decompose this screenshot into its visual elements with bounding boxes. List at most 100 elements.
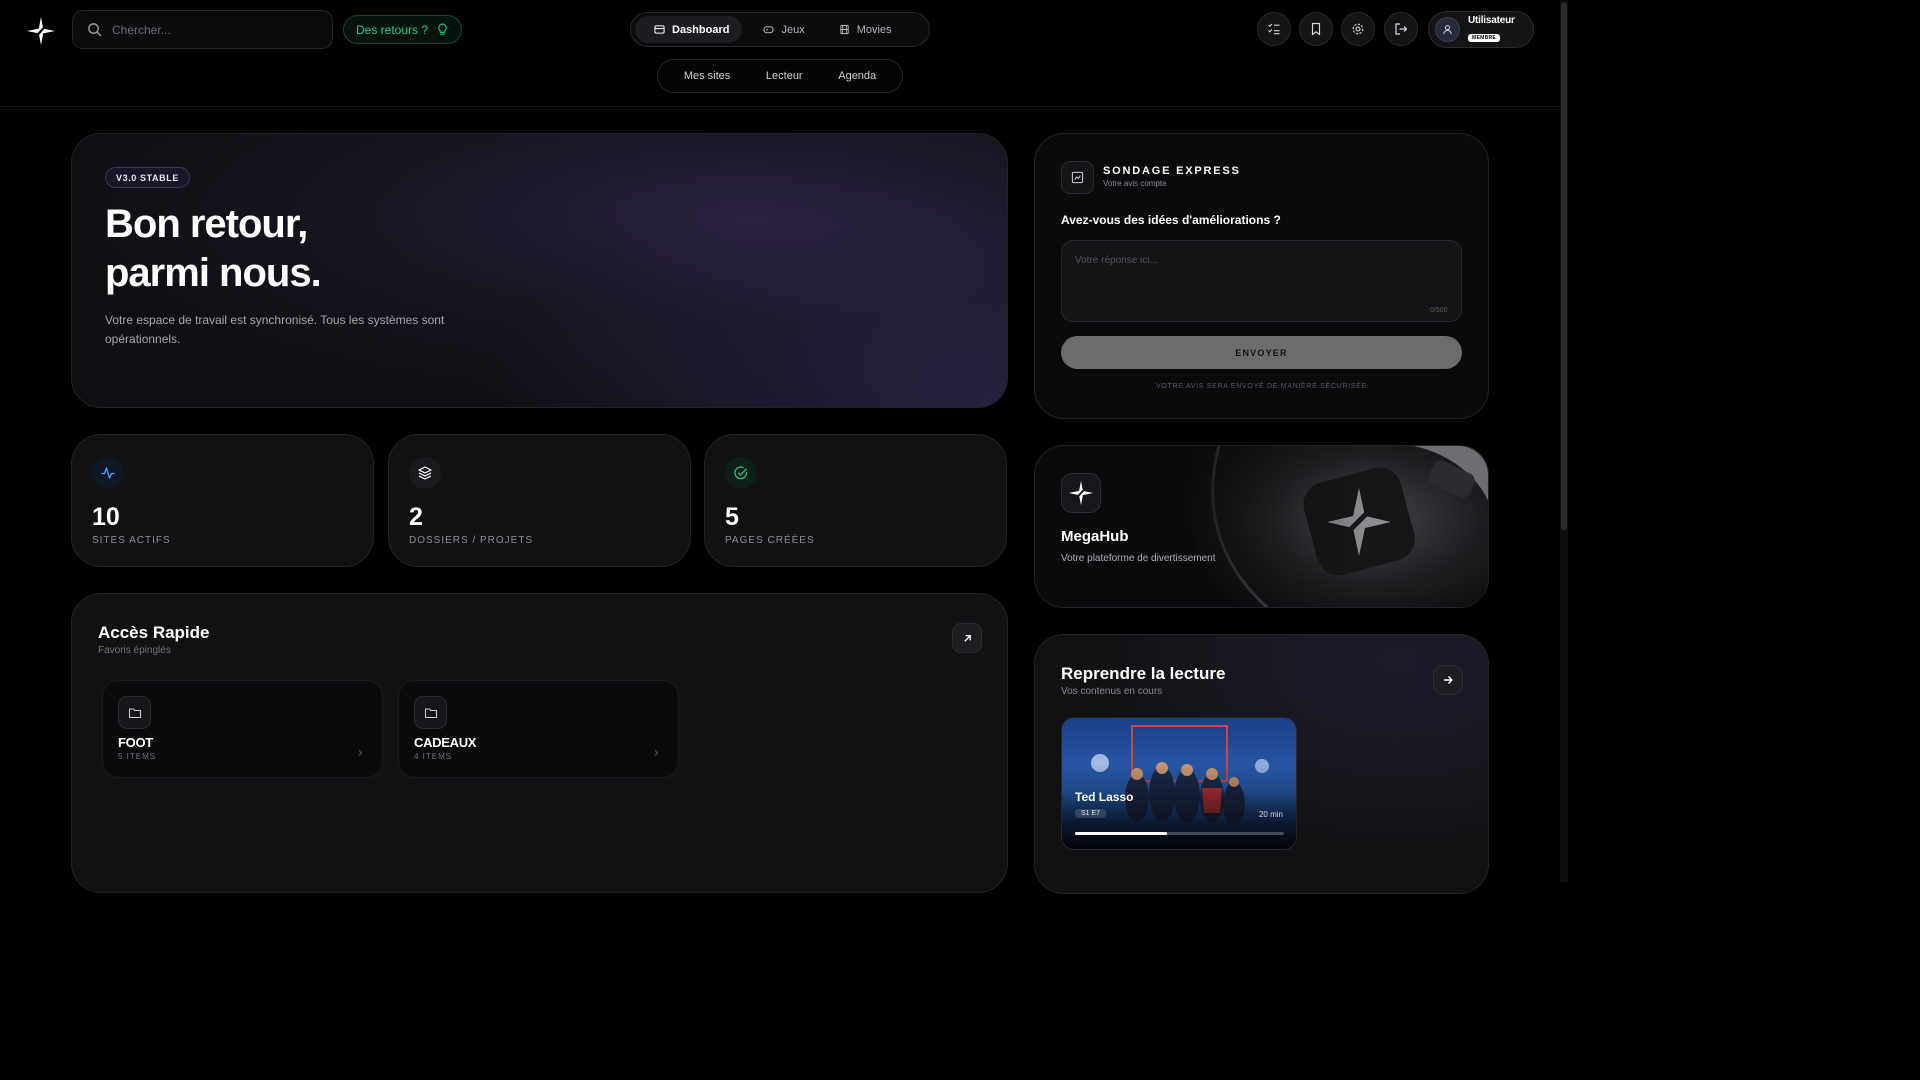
logout-button[interactable] bbox=[1384, 12, 1418, 46]
stat-label: PAGES CRÉÉES bbox=[725, 535, 815, 546]
brand-name: MegaHub bbox=[1061, 528, 1129, 545]
brand-tagline: Votre plateforme de divertissement bbox=[1061, 553, 1216, 564]
quick-access-subtitle: Favoris épinglés bbox=[98, 645, 171, 656]
search-bar[interactable] bbox=[72, 10, 333, 49]
checklist-icon bbox=[1268, 23, 1280, 35]
hero-card: V3.0 STABLE Bon retour, parmi nous. Votr… bbox=[71, 133, 1008, 408]
logout-icon bbox=[1395, 23, 1408, 35]
media-duration: 20 min bbox=[1258, 810, 1283, 819]
stat-card-sites: 10 SITES ACTIFS bbox=[71, 434, 374, 567]
gamepad-icon bbox=[763, 26, 775, 34]
survey-submit-button[interactable]: ENVOYER bbox=[1061, 336, 1462, 369]
resume-see-all-button[interactable] bbox=[1433, 665, 1463, 695]
layers-icon bbox=[418, 466, 432, 480]
folder-card-cadeaux[interactable]: CADEAUX 4 ITEMS bbox=[398, 680, 679, 778]
resume-card: Reprendre la lecture Vos contenus en cou… bbox=[1034, 634, 1489, 894]
header-divider bbox=[0, 106, 1560, 107]
survey-card: SONDAGE EXPRESS Votre avis compte Avez-v… bbox=[1034, 133, 1489, 419]
tab-dashboard[interactable]: Dashboard bbox=[635, 16, 743, 43]
folder-count: 5 ITEMS bbox=[118, 752, 157, 761]
megahub-logo-tile bbox=[1061, 473, 1101, 513]
stat-label: DOSSIERS / PROJETS bbox=[409, 535, 534, 546]
dashboard-icon bbox=[654, 25, 665, 34]
megahub-logo-icon[interactable] bbox=[26, 16, 56, 46]
folder-count: 4 ITEMS bbox=[414, 752, 453, 761]
chevron-right-icon bbox=[654, 750, 659, 756]
user-role-badge: MEMBRE bbox=[1468, 34, 1501, 42]
folder-name: CADEAUX bbox=[414, 735, 477, 750]
media-episode-badge: S1 E7 bbox=[1075, 809, 1107, 818]
tab-dashboard-label: Dashboard bbox=[672, 23, 730, 36]
tab-movies-label: Movies bbox=[856, 23, 892, 36]
arrow-right-icon bbox=[1444, 676, 1453, 684]
arrow-up-right-icon bbox=[963, 634, 971, 642]
subnav-lecteur[interactable]: Lecteur bbox=[766, 70, 803, 82]
media-card-ted-lasso[interactable]: Ted Lasso S1 E7 20 min bbox=[1061, 717, 1297, 850]
folder-icon-wrap bbox=[118, 696, 151, 729]
survey-response-field[interactable] bbox=[1061, 240, 1462, 322]
sub-nav: Mes sites Lecteur Agenda bbox=[657, 59, 903, 93]
search-input[interactable] bbox=[112, 22, 312, 37]
settings-button[interactable] bbox=[1341, 12, 1375, 46]
hero-title-line-1: Bon retour, bbox=[105, 202, 308, 246]
media-shade bbox=[1062, 718, 1296, 849]
folder-card-foot[interactable]: FOOT 5 ITEMS bbox=[102, 680, 383, 778]
user-icon bbox=[1443, 25, 1452, 35]
hero-description: Votre espace de travail est synchronisé.… bbox=[105, 313, 445, 346]
resume-title: Reprendre la lecture bbox=[1061, 664, 1226, 683]
tab-jeux-label: Jeux bbox=[781, 23, 805, 36]
resume-subtitle: Vos contenus en cours bbox=[1061, 686, 1163, 697]
brand-fade bbox=[1035, 446, 1365, 607]
survey-subtitle: Votre avis compte bbox=[1103, 179, 1167, 188]
stat-value: 5 bbox=[725, 503, 739, 531]
quick-access-open-button[interactable] bbox=[952, 623, 982, 653]
version-badge: V3.0 STABLE bbox=[105, 167, 190, 188]
scrollbar[interactable] bbox=[1560, 0, 1568, 882]
stat-card-pages: 5 PAGES CRÉÉES bbox=[704, 434, 1007, 567]
user-menu[interactable]: Utilisateur MEMBRE bbox=[1428, 11, 1534, 48]
survey-icon-wrap bbox=[1061, 161, 1094, 194]
folder-icon-wrap bbox=[414, 696, 447, 729]
activity-icon bbox=[101, 467, 115, 479]
feedback-button[interactable]: Des retours ? bbox=[343, 15, 463, 44]
media-progress-fill bbox=[1075, 832, 1167, 835]
hero-title-line-2: parmi nous. bbox=[105, 251, 322, 295]
folder-icon bbox=[128, 707, 141, 718]
media-progress-track bbox=[1075, 832, 1284, 835]
gear-icon bbox=[1352, 23, 1364, 35]
tab-movies[interactable]: Movies bbox=[820, 16, 905, 43]
scrollbar-thumb[interactable] bbox=[1561, 2, 1567, 530]
main-nav: Dashboard Jeux Movies bbox=[630, 12, 930, 47]
avatar bbox=[1435, 17, 1460, 42]
survey-question: Avez-vous des idées d'améliorations ? bbox=[1061, 213, 1281, 227]
survey-title: SONDAGE EXPRESS bbox=[1103, 165, 1241, 177]
bookmark-button[interactable] bbox=[1299, 12, 1333, 46]
chart-box-icon bbox=[1071, 171, 1084, 184]
stat-icon-wrap bbox=[725, 457, 757, 489]
survey-note: VOTRE AVIS SERA ENVOYÉ DE MANIÈRE SÉCURI… bbox=[1156, 383, 1367, 390]
folder-name: FOOT bbox=[118, 735, 153, 750]
film-icon bbox=[840, 24, 849, 35]
survey-char-counter: 0/500 bbox=[1430, 307, 1448, 314]
stat-value: 10 bbox=[92, 503, 120, 531]
lightbulb-icon bbox=[438, 23, 447, 35]
search-icon bbox=[88, 23, 102, 37]
check-circle-icon bbox=[734, 466, 748, 480]
hero-title: Bon retour, parmi nous. bbox=[105, 200, 322, 298]
stat-value: 2 bbox=[409, 503, 423, 531]
chevron-right-icon bbox=[358, 750, 363, 756]
stat-icon-wrap bbox=[92, 457, 124, 489]
user-name: Utilisateur bbox=[1468, 15, 1515, 26]
stat-icon-wrap bbox=[409, 457, 441, 489]
quick-access-card: Accès Rapide Favoris épinglés FOOT 5 ITE… bbox=[71, 593, 1008, 893]
megahub-brand-card[interactable]: MegaHub Votre plateforme de divertisseme… bbox=[1034, 445, 1489, 608]
subnav-mes-sites[interactable]: Mes sites bbox=[684, 70, 730, 82]
tab-jeux[interactable]: Jeux bbox=[744, 16, 817, 43]
stat-label: SITES ACTIFS bbox=[92, 535, 171, 546]
checklist-button[interactable] bbox=[1257, 12, 1291, 46]
hero-glow bbox=[387, 134, 1007, 407]
bookmark-icon bbox=[1311, 22, 1321, 36]
feedback-label: Des retours ? bbox=[356, 22, 429, 37]
folder-icon bbox=[424, 707, 437, 718]
subnav-agenda[interactable]: Agenda bbox=[838, 70, 876, 82]
